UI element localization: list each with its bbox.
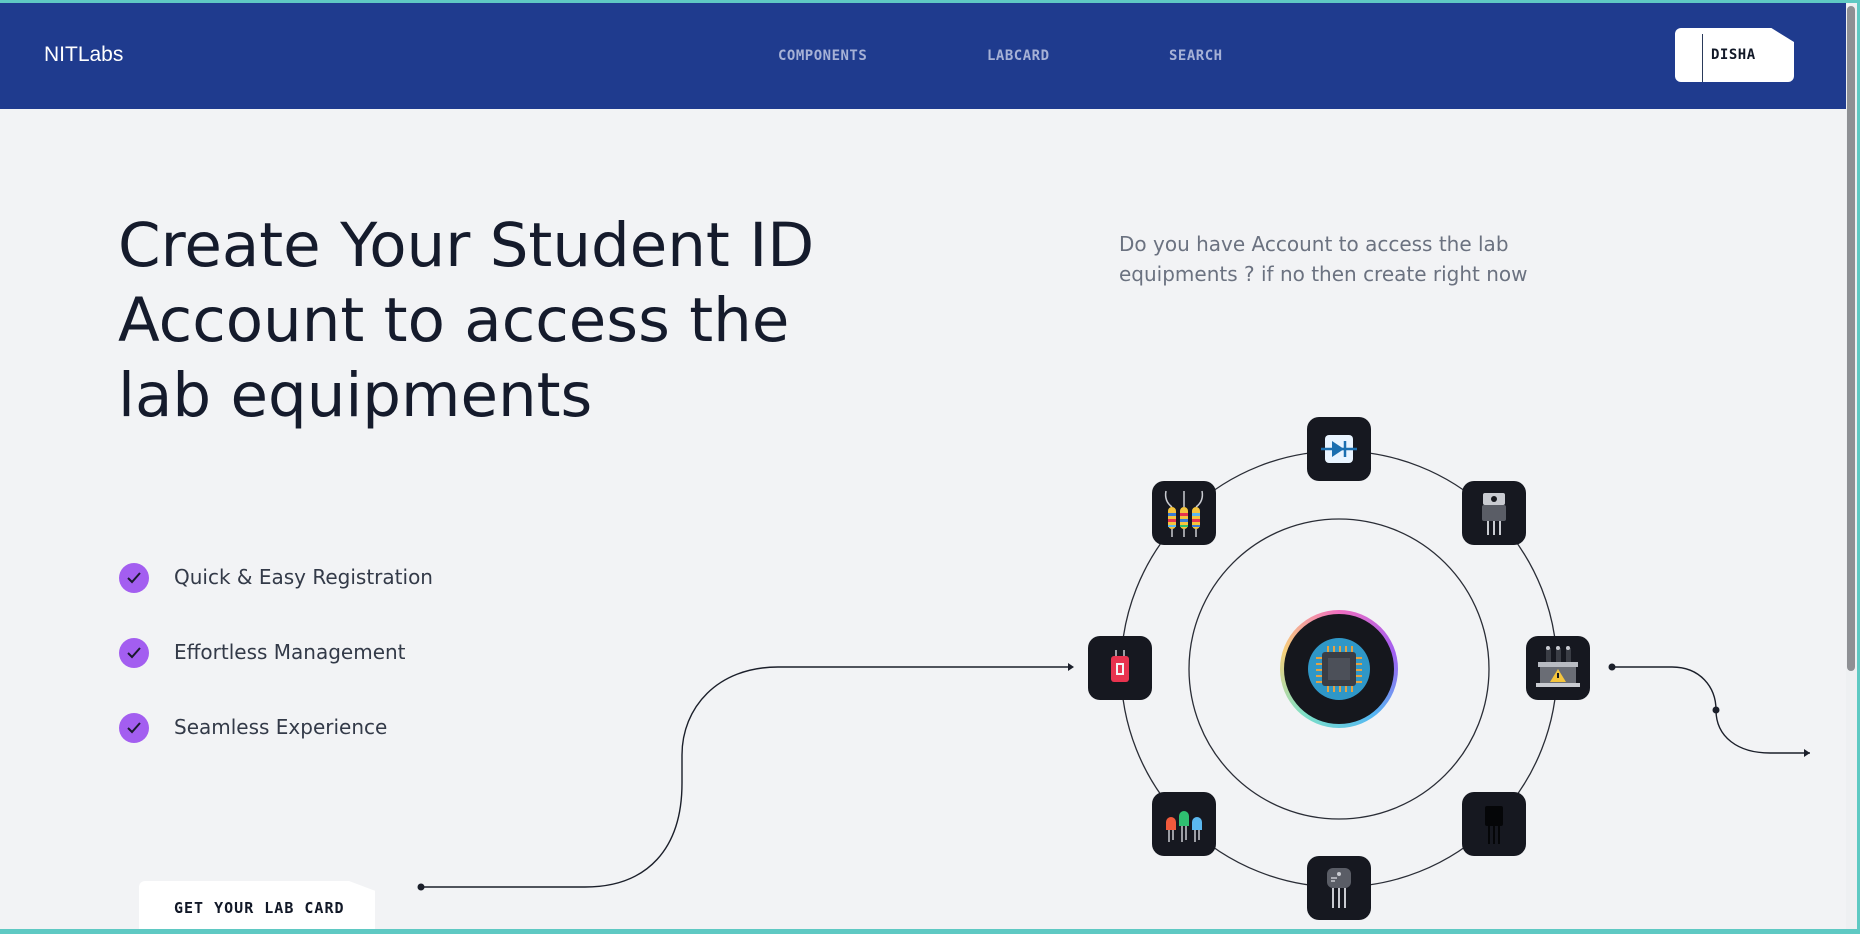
circuit-dot [1608, 663, 1616, 671]
circuit-dot [1712, 706, 1720, 714]
microchip-icon[interactable] [1280, 610, 1398, 728]
circuit-lines [417, 450, 1810, 891]
circuit-dot [417, 883, 425, 891]
transformer-icon[interactable] [1526, 636, 1590, 700]
page-viewport: NITLabs COMPONENTS LABCARD SEARCH DISHA … [0, 3, 1846, 929]
mosfet-icon[interactable] [1462, 792, 1526, 856]
diode-icon[interactable] [1307, 417, 1371, 481]
resistors-icon[interactable] [1152, 481, 1216, 545]
circuit-arrow [1068, 663, 1074, 671]
circuit-arrow [1804, 749, 1810, 757]
led-icon[interactable] [1152, 792, 1216, 856]
capacitor-icon[interactable] [1088, 636, 1152, 700]
voltage-regulator-icon[interactable] [1462, 481, 1526, 545]
circuit-line-right [1612, 666, 1810, 754]
transistor-icon[interactable] [1307, 856, 1371, 920]
scrollbar-thumb[interactable] [1847, 6, 1855, 671]
circuit-line-left [421, 666, 1068, 888]
